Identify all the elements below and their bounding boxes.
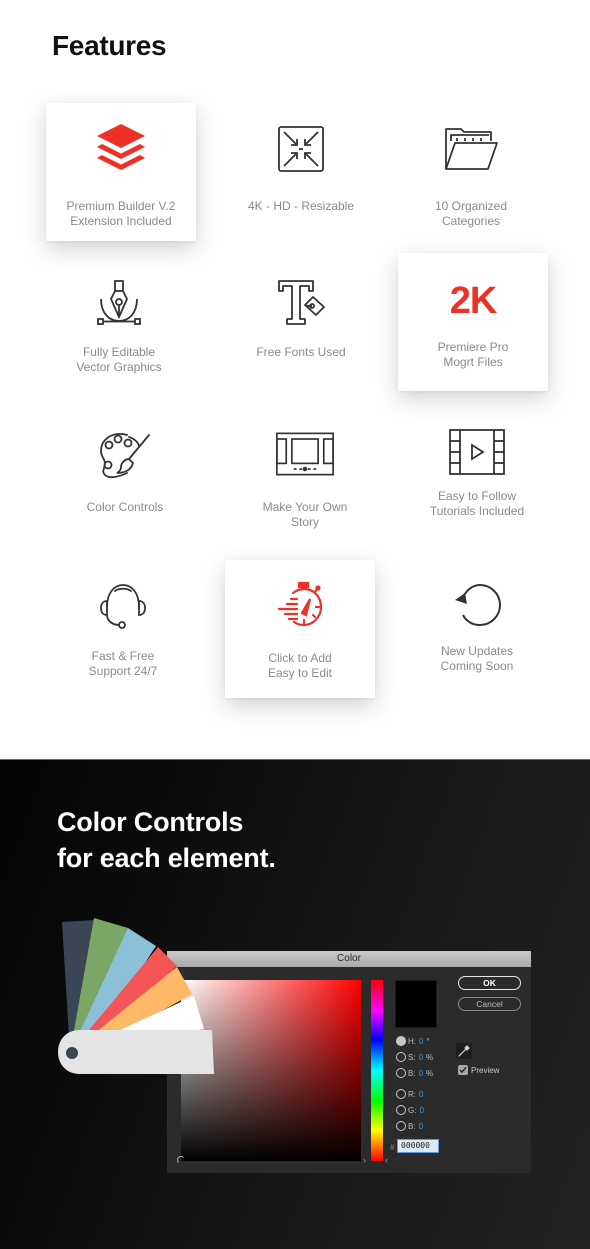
palette-icon [95,424,155,484]
features-title: Features [52,30,167,61]
hex-hash-label: # [390,1143,395,1152]
feature-label: Easy to Follow Tutorials Included [429,489,525,518]
brightness-radio[interactable] [396,1068,406,1078]
green-field[interactable]: G: 0 [396,1104,424,1116]
feature-label: New Updates Coming Soon [440,644,514,673]
font-pen-icon [271,273,331,333]
eyedropper-icon[interactable] [456,1043,472,1059]
color-swatch-fan [58,918,214,1074]
preview-toggle[interactable]: Preview [458,1065,499,1075]
swatch-fan-blades [58,918,214,1074]
feature-card-updates: New Updates Coming Soon [402,560,552,698]
hue-slider[interactable] [371,980,383,1161]
feature-card-color-controls: Color Controls [50,408,200,546]
folder-icon [441,119,501,179]
layers-icon [91,117,151,177]
resize-arrows-icon [271,119,331,179]
feature-card-resizable: 4K - HD - Resizable [226,103,376,241]
color-picker-dialog: Color › ‹ OK Cancel H: 0 ° S: 0 % B: 0 % [167,951,531,1173]
feature-label: Color Controls [86,500,164,514]
feature-label: Premium Builder V.2 Extension Included [66,199,176,228]
feature-label: Make Your Own Story [262,500,348,529]
pen-tool-icon [89,273,149,333]
preview-checkbox[interactable] [458,1065,468,1075]
headset-icon [93,576,153,636]
blue-radio[interactable] [396,1121,406,1131]
saturation-field[interactable]: S: 0 % [396,1051,433,1063]
hue-radio[interactable] [396,1036,406,1046]
feature-label: Free Fonts Used [256,345,346,359]
swatch-pivot-icon [66,1047,78,1059]
feature-card-tutorials: Easy to Follow Tutorials Included [402,408,552,546]
preview-label: Preview [471,1065,500,1075]
hue-arrow-left-icon: ‹ [385,1155,388,1165]
film-play-icon [447,422,507,482]
feature-label: Fully Editable Vector Graphics [76,345,162,374]
feature-card-premium-builder: Premium Builder V.2 Extension Included [46,103,196,241]
swatch-blade-light-gray [58,1030,214,1074]
cancel-button[interactable]: Cancel [458,997,521,1011]
feature-label: Premiere Pro Mogrt Files [437,340,509,369]
refresh-icon [447,575,507,635]
2k-badge: 2K [449,279,498,322]
slideshow-icon [275,424,335,484]
feature-card-categories: 10 Organized Categories [396,103,546,241]
red-field[interactable]: R: 0 [396,1088,423,1100]
feature-label: Click to Add Easy to Edit [267,651,333,680]
features-section: Features Premium Builder V.2 Extension In… [0,0,590,759]
feature-card-fonts: Free Fonts Used [226,253,376,391]
color-controls-section: Color Controls for each element. Color ›… [0,759,590,1249]
hue-field[interactable]: H: 0 ° [396,1035,430,1047]
color-marker-icon[interactable] [177,1156,185,1164]
feature-label: Fast & Free Support 24/7 [88,649,158,678]
brightness-field[interactable]: B: 0 % [396,1067,433,1079]
feature-card-story: Make Your Own Story [230,408,380,546]
feature-label: 4K - HD - Resizable [247,199,355,213]
dialog-title: Color [167,951,531,967]
feature-label: 10 Organized Categories [434,199,508,228]
hex-input[interactable]: 000000 [397,1139,439,1153]
red-radio[interactable] [396,1089,406,1099]
ok-button[interactable]: OK [458,976,521,990]
green-radio[interactable] [396,1105,406,1115]
feature-card-mogrt: 2K Premiere Pro Mogrt Files [398,253,548,391]
stopwatch-icon [270,576,330,636]
hue-arrow-right-icon: › [363,1155,366,1165]
color-controls-title: Color Controls for each element. [57,807,276,873]
feature-card-vector: Fully Editable Vector Graphics [44,253,194,391]
saturation-radio[interactable] [396,1052,406,1062]
blue-field[interactable]: B: 0 [396,1120,423,1132]
feature-card-click-to-add: Click to Add Easy to Edit [225,560,375,698]
feature-card-support: Fast & Free Support 24/7 [48,560,198,698]
current-color-swatch [395,980,437,1028]
